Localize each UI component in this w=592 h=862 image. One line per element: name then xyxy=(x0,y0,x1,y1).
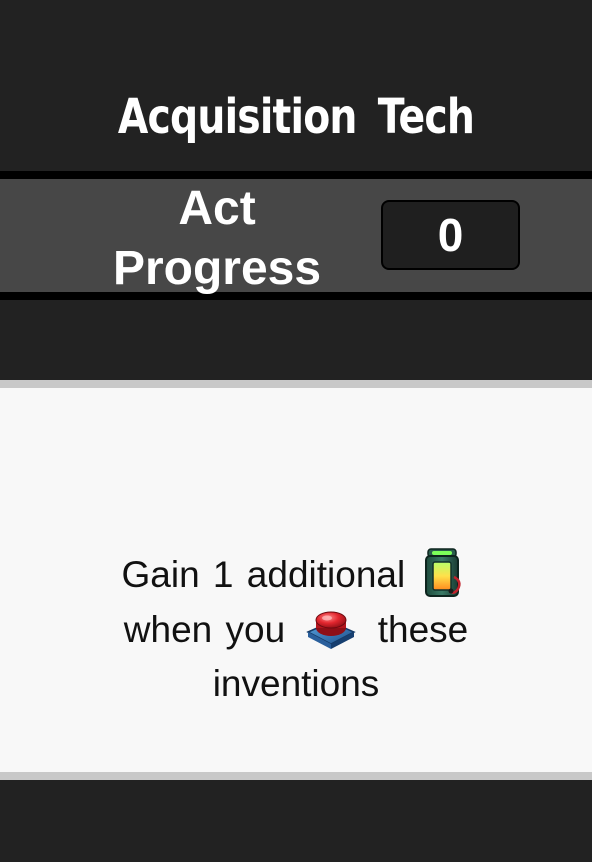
effect-panel: Gain 1 additional when you these inventi… xyxy=(0,380,592,780)
effect-line-3: inventions xyxy=(212,663,380,705)
effect-line-1-text: Gain 1 additional xyxy=(121,554,406,595)
effect-line-2: when you these xyxy=(0,603,592,657)
act-progress-label: Act Progress xyxy=(112,182,322,295)
act-progress-value: 0 xyxy=(381,200,520,270)
card-title: Acquisition Tech xyxy=(117,89,475,145)
effect-line-1: Gain 1 additional xyxy=(0,548,592,603)
red-push-button-icon xyxy=(304,608,358,650)
effect-line-2-after: these xyxy=(377,609,469,651)
effect-text: Gain 1 additional when you these inventi… xyxy=(0,548,592,711)
game-card: Acquisition Tech Act Progress 0 Gain 1 a… xyxy=(0,0,592,862)
battery-energy-icon xyxy=(424,547,464,599)
effect-line-2-before: when you xyxy=(123,609,286,651)
